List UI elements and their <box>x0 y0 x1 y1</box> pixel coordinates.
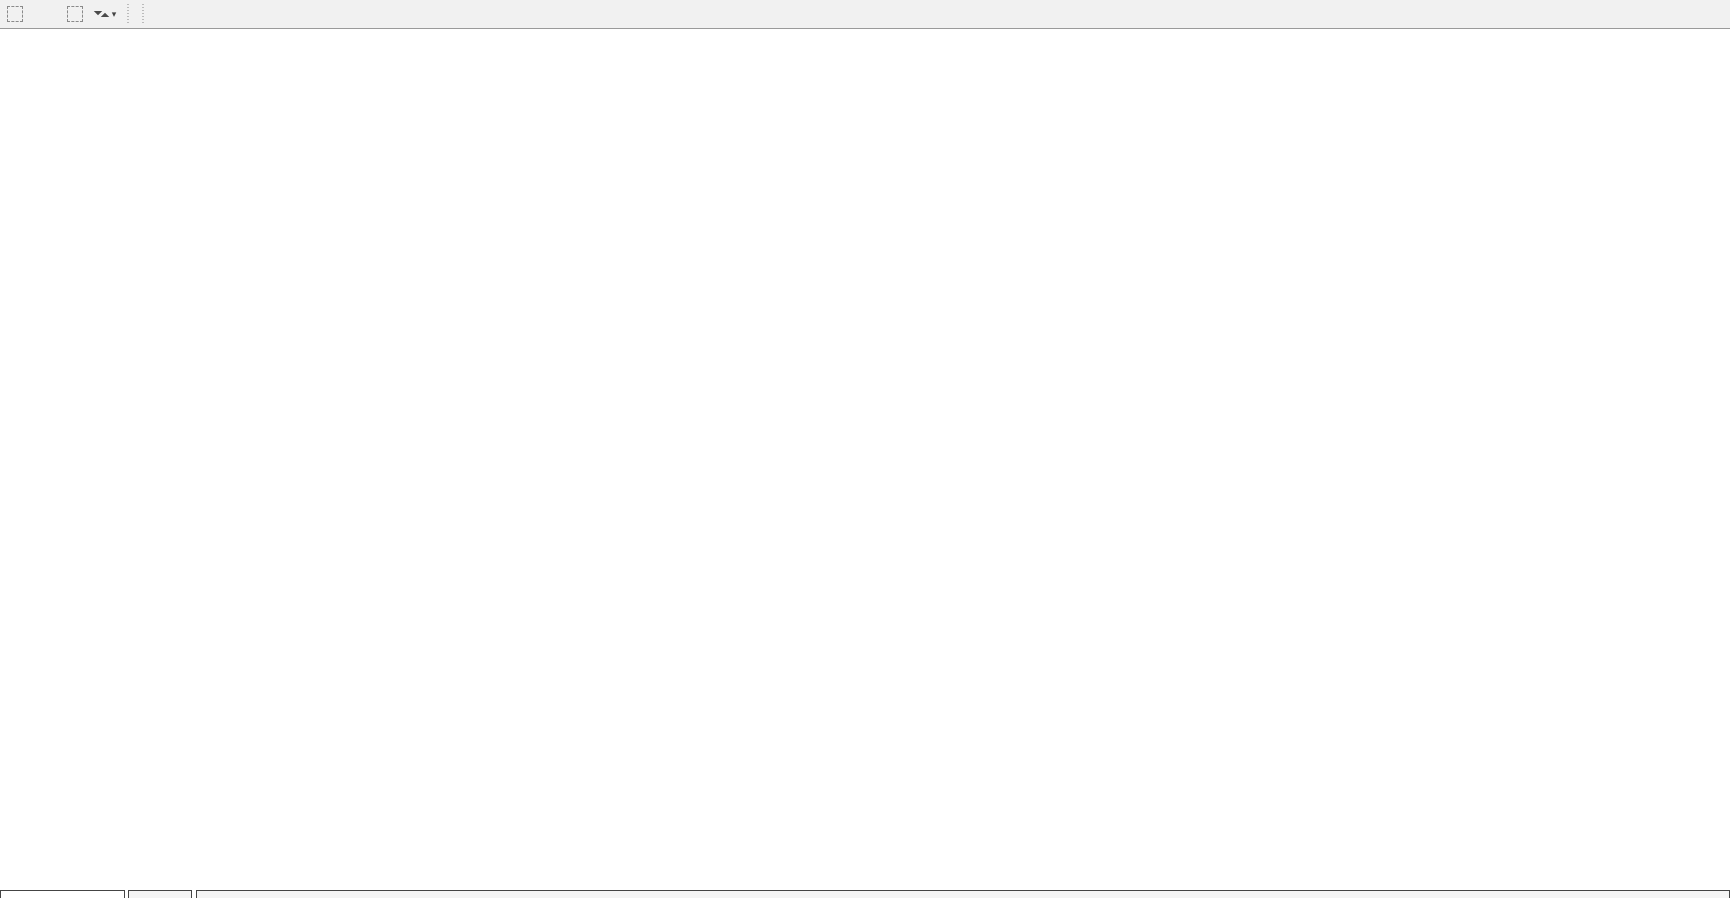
bottom-tab[interactable] <box>128 890 192 898</box>
chart-canvas[interactable] <box>0 0 1730 898</box>
period-separators-button[interactable] <box>2 3 28 25</box>
toolbar: ▾ <box>0 0 1730 29</box>
bottom-tab[interactable] <box>196 890 1730 898</box>
text-box-button[interactable] <box>62 3 88 25</box>
text-box-icon <box>67 6 83 22</box>
bottom-tab-strip <box>0 890 1730 898</box>
toolbar-grip <box>124 4 131 24</box>
trading-app-window: ▾ <box>0 0 1730 898</box>
toolbar-grip <box>139 4 146 24</box>
bottom-tab[interactable] <box>0 890 125 898</box>
cycle-arrows-icon <box>94 7 109 21</box>
chevron-down-icon: ▾ <box>112 9 117 20</box>
cycle-chart-button[interactable]: ▾ <box>92 3 118 25</box>
text-label-button[interactable] <box>32 3 58 25</box>
period-separators-icon <box>7 6 23 22</box>
